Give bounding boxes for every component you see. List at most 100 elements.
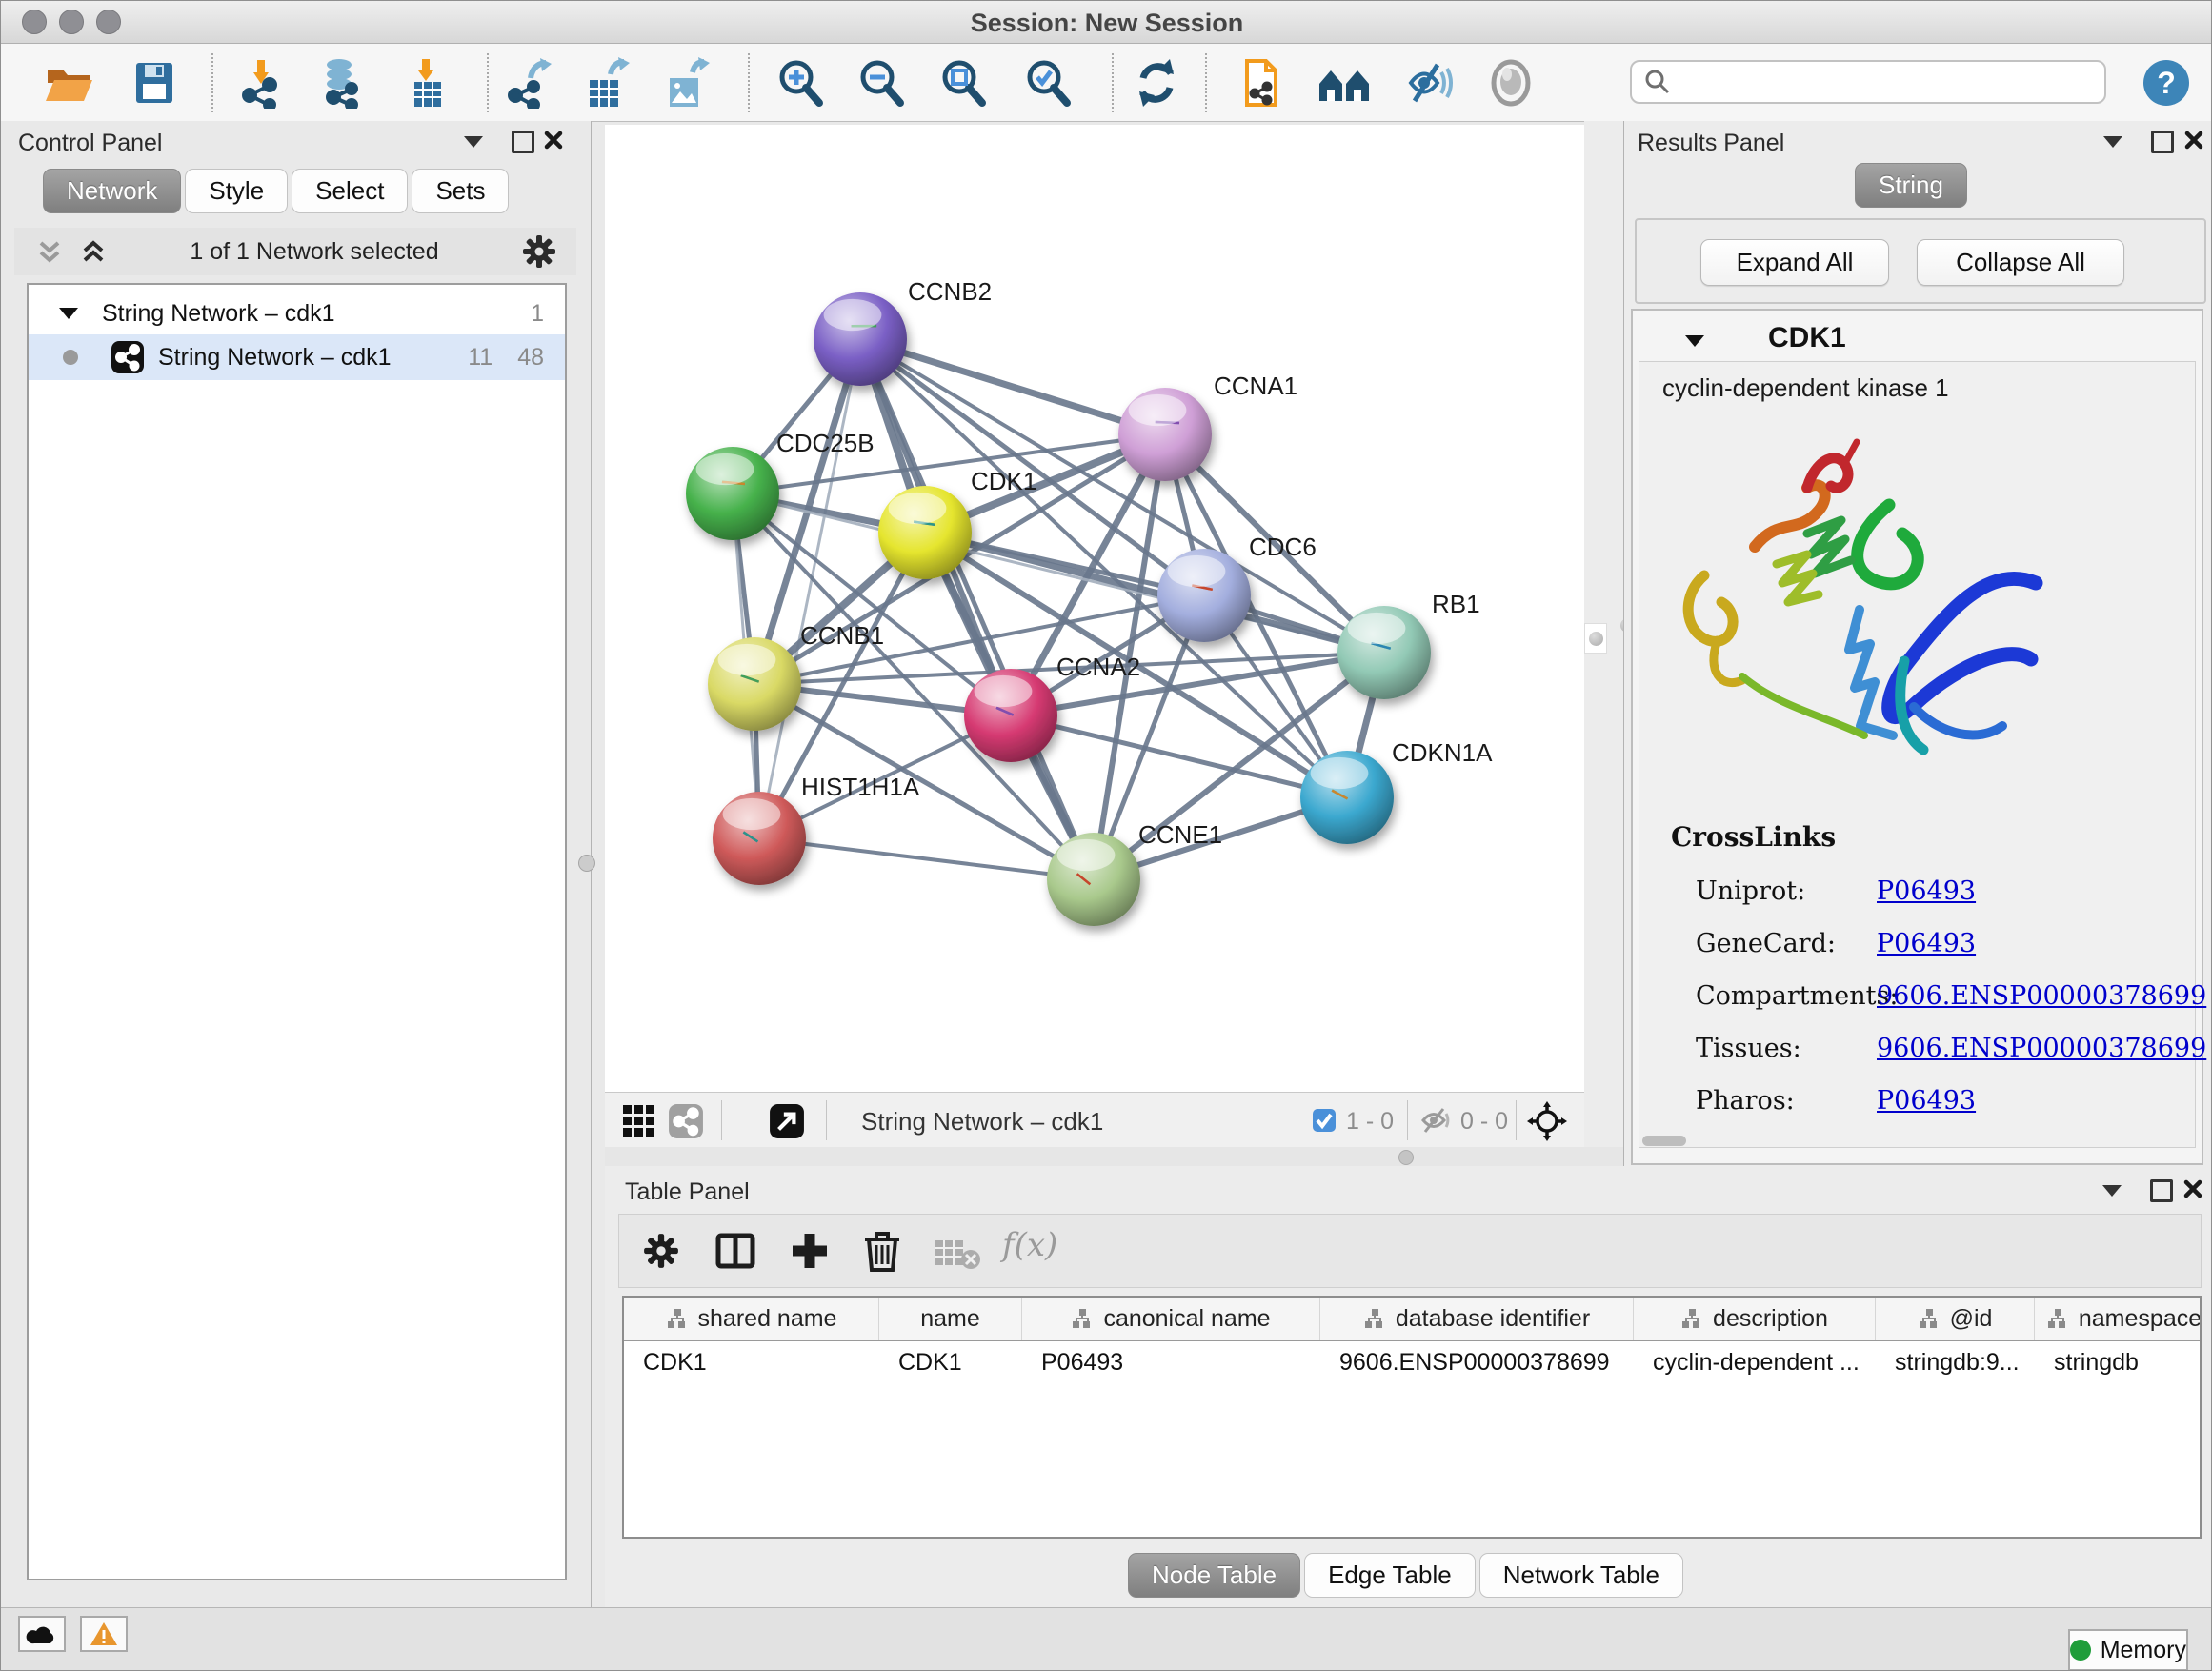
cell-description[interactable]: cyclin-dependent ... xyxy=(1634,1341,1875,1383)
network-canvas[interactable]: CCNB2CCNA1CDC25BCDK1CDC6RB1CCNB1CCNA2CDK… xyxy=(605,125,1584,1092)
crosslink-link[interactable]: P06493 xyxy=(1877,929,1976,958)
search-field[interactable] xyxy=(1630,60,2106,104)
network-options-gear-icon[interactable] xyxy=(521,233,557,270)
import-table-icon[interactable] xyxy=(401,57,452,109)
show-columns-icon[interactable] xyxy=(714,1230,756,1272)
fit-selected-crosshair-icon[interactable] xyxy=(1527,1101,1567,1141)
collapse-all-icon[interactable] xyxy=(35,237,64,266)
tab-network[interactable]: Network xyxy=(43,169,181,213)
control-panel-close-icon[interactable] xyxy=(544,131,563,150)
import-network-file-icon[interactable] xyxy=(236,57,288,109)
network-graph[interactable]: CCNB2CCNA1CDC25BCDK1CDC6RB1CCNB1CCNA2CDK… xyxy=(605,125,1584,1092)
export-table-icon[interactable] xyxy=(582,57,633,109)
cell-canonicalname[interactable]: P06493 xyxy=(1022,1341,1319,1383)
title-bar: Session: New Session xyxy=(1,1,2212,44)
column-header-databaseidentifier[interactable]: database identifier xyxy=(1320,1298,1634,1340)
entry-collapse-caret-icon[interactable] xyxy=(1685,335,1704,347)
results-panel-menu-caret-icon[interactable] xyxy=(2103,136,2122,148)
node-hist1h1a[interactable]: HIST1H1A xyxy=(713,773,920,885)
help-icon[interactable]: ? xyxy=(2142,59,2194,111)
column-header-canonicalname[interactable]: canonical name xyxy=(1022,1298,1320,1340)
warning-button[interactable] xyxy=(80,1616,128,1652)
table-options-gear-icon[interactable] xyxy=(642,1232,680,1270)
crosslink-link[interactable]: P06493 xyxy=(1877,876,1976,906)
network-edge-count: 48 xyxy=(517,344,544,372)
control-panel-float-icon[interactable] xyxy=(512,131,534,153)
cell-id[interactable]: stringdb:9... xyxy=(1876,1341,2034,1383)
column-header-name[interactable]: name xyxy=(879,1298,1022,1340)
open-in-new-window-icon[interactable] xyxy=(769,1103,805,1139)
cell-name[interactable]: CDK1 xyxy=(879,1341,1021,1383)
node-ccnb1[interactable]: CCNB1 xyxy=(708,621,884,731)
tab-network-table[interactable]: Network Table xyxy=(1479,1553,1683,1598)
create-column-plus-icon[interactable] xyxy=(789,1230,831,1272)
edge[interactable] xyxy=(759,339,860,838)
expand-all-button[interactable]: Expand All xyxy=(1700,239,1889,286)
table-panel-close-icon[interactable] xyxy=(2183,1179,2202,1198)
column-header-namespace[interactable]: namespace xyxy=(2035,1298,2202,1340)
crosslink-link[interactable]: P06493 xyxy=(1877,1086,1976,1116)
node-label: HIST1H1A xyxy=(801,773,920,801)
node-cdc25b[interactable]: CDC25B xyxy=(686,429,875,540)
memory-button[interactable]: Memory xyxy=(2068,1629,2188,1671)
zoom-in-icon[interactable] xyxy=(775,57,827,109)
column-header-description[interactable]: description xyxy=(1634,1298,1876,1340)
delete-table-icon xyxy=(934,1238,981,1270)
cell-namespace[interactable]: stringdb xyxy=(2035,1341,2202,1383)
results-panel-close-icon[interactable] xyxy=(2184,131,2203,150)
column-header-sharedname[interactable]: shared name xyxy=(624,1298,879,1340)
network-collection-row[interactable]: String Network – cdk1 1 xyxy=(29,292,565,334)
tab-style[interactable]: Style xyxy=(185,169,288,213)
string-network-view-icon[interactable] xyxy=(668,1103,704,1139)
cell-databaseidentifier[interactable]: 9606.ENSP00000378699 xyxy=(1320,1341,1633,1383)
refresh-icon[interactable] xyxy=(1131,57,1182,109)
node-rb1[interactable]: RB1 xyxy=(1337,590,1480,699)
node-cdkn1a[interactable]: CDKN1A xyxy=(1300,738,1493,844)
results-horizontal-scrollbar[interactable] xyxy=(1642,1136,1686,1146)
network-row-selected[interactable]: String Network – cdk1 11 48 xyxy=(29,334,565,380)
crosslink-link[interactable]: 9606.ENSP00000378699 xyxy=(1877,981,2206,1011)
zoom-selected-icon[interactable] xyxy=(1023,57,1075,109)
tab-node-table[interactable]: Node Table xyxy=(1128,1553,1300,1598)
grid-view-icon[interactable] xyxy=(622,1104,656,1138)
tab-sets[interactable]: Sets xyxy=(412,169,509,213)
zoom-out-icon[interactable] xyxy=(856,57,908,109)
toolbar-separator xyxy=(211,53,213,112)
tab-edge-table[interactable]: Edge Table xyxy=(1304,1553,1476,1598)
network-from-file-icon[interactable] xyxy=(1237,57,1289,109)
open-session-icon[interactable] xyxy=(43,57,94,109)
import-network-database-icon[interactable] xyxy=(316,57,368,109)
splitter-handle[interactable] xyxy=(1398,1150,1414,1165)
cloud-button[interactable] xyxy=(18,1616,66,1652)
edge[interactable] xyxy=(759,838,1094,879)
crosslink-link[interactable]: 9606.ENSP00000378699 xyxy=(1877,1034,2206,1063)
hide-eye-icon[interactable] xyxy=(1403,57,1455,109)
table-panel-float-icon[interactable] xyxy=(2150,1179,2173,1202)
home-panels-icon[interactable] xyxy=(1317,57,1369,109)
selected-checkbox-icon[interactable] xyxy=(1312,1108,1337,1133)
results-panel-float-icon[interactable] xyxy=(2151,131,2174,153)
crosslink-label: Pharos: xyxy=(1696,1086,1795,1116)
table-panel-menu-caret-icon[interactable] xyxy=(2102,1185,2122,1197)
save-session-icon[interactable] xyxy=(129,57,180,109)
toolbar-separator xyxy=(1516,1100,1517,1140)
edge[interactable] xyxy=(860,339,1165,434)
panel-splitter-handle[interactable] xyxy=(578,855,595,872)
hidden-counts: 0 - 0 xyxy=(1460,1108,1508,1136)
control-panel-menu-caret-icon[interactable] xyxy=(464,136,483,148)
tab-select[interactable]: Select xyxy=(292,169,408,213)
splitter-handle[interactable] xyxy=(1584,623,1607,654)
search-input[interactable] xyxy=(1672,68,2085,96)
collection-expand-caret-icon[interactable] xyxy=(59,308,78,319)
cell-sharedname[interactable]: CDK1 xyxy=(624,1341,878,1383)
export-network-icon[interactable] xyxy=(504,57,555,109)
delete-column-trash-icon[interactable] xyxy=(861,1228,903,1272)
eye-sphere-icon[interactable] xyxy=(1485,57,1537,109)
node-ccna1[interactable]: CCNA1 xyxy=(1118,372,1297,481)
collapse-all-button[interactable]: Collapse All xyxy=(1917,239,2124,286)
tab-string[interactable]: String xyxy=(1855,163,1967,208)
zoom-fit-icon[interactable] xyxy=(938,57,990,109)
export-image-icon[interactable] xyxy=(662,57,714,109)
column-header-id[interactable]: @id xyxy=(1876,1298,2035,1340)
expand-all-icon[interactable] xyxy=(79,237,108,266)
